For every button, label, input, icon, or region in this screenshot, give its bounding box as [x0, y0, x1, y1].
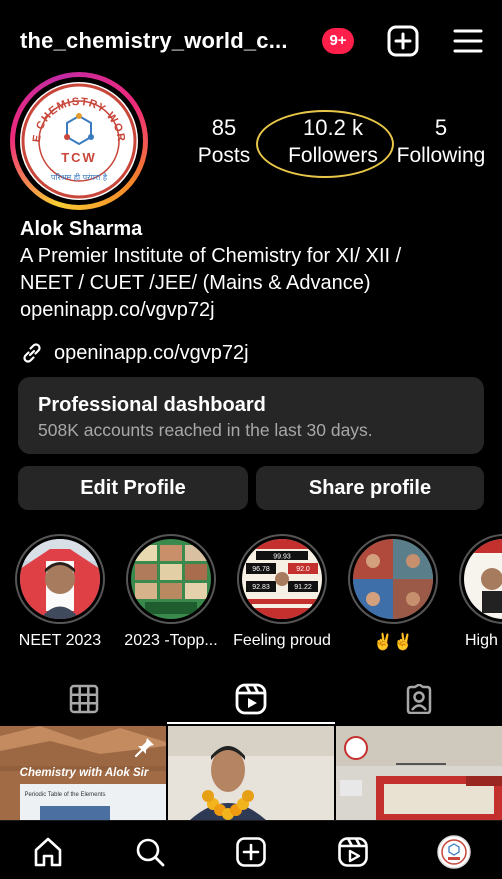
plus-square-icon: [236, 837, 266, 867]
nav-reels[interactable]: [336, 835, 370, 869]
highlight-item[interactable]: 2023 -Topp...: [116, 534, 226, 650]
post-caption: Chemistry with Alok Sir: [20, 767, 149, 779]
dashboard-subtitle: 508K accounts reached in the last 30 day…: [38, 420, 373, 440]
bio: Alok Sharma A Premier Institute of Chemi…: [20, 216, 490, 324]
dashboard-title: Professional dashboard: [38, 394, 266, 416]
logo-motto: परिश्रम ही परंपरा है: [51, 172, 108, 182]
bio-line-3[interactable]: openinapp.co/vgvp72j: [20, 297, 490, 324]
svg-text:92.0: 92.0: [296, 566, 310, 573]
bio-line-2: NEET / CUET /JEE/ (Mains & Advance): [20, 272, 371, 294]
following-stat[interactable]: 5 Following: [392, 114, 490, 170]
active-tab-indicator: [167, 722, 335, 724]
svg-text:91.22: 91.22: [294, 584, 312, 591]
followers-annotation-circle: [256, 110, 394, 178]
tagged-person-icon: [406, 684, 431, 714]
highlight-cover: [131, 539, 211, 619]
following-label: Following: [396, 144, 486, 167]
post-thumbnail[interactable]: [168, 726, 334, 820]
highlight-cover: [353, 539, 433, 619]
bottom-navbar: [0, 820, 502, 879]
nav-profile[interactable]: [437, 835, 471, 869]
highlight-cover: 99.93 96.78 92.0 92.83 91.22: [242, 539, 322, 619]
tab-tagged[interactable]: [335, 674, 502, 724]
profile-link[interactable]: openinapp.co/vgvp72j: [20, 338, 249, 368]
highlight-item[interactable]: ✌️✌️: [338, 534, 448, 652]
home-icon: [34, 837, 62, 867]
hamburger-menu-icon[interactable]: [452, 26, 484, 56]
nav-search[interactable]: [133, 835, 167, 869]
nav-create[interactable]: [234, 835, 268, 869]
highlight-item[interactable]: NEET 2023: [5, 534, 115, 650]
highlight-cover: [464, 539, 502, 619]
profile-tabs: [0, 674, 502, 724]
svg-text:96.78: 96.78: [252, 566, 270, 573]
tcw-logo: THE CHEMISTRY WORLD TCW परिश्रम ही परंपर…: [20, 82, 138, 200]
grid-icon: [69, 684, 98, 714]
highlight-cover: [20, 539, 100, 619]
share-profile-button[interactable]: Share profile: [256, 466, 484, 510]
highlight-label: NEET 2023: [18, 632, 102, 649]
svg-text:99.93: 99.93: [273, 554, 291, 561]
plus-square-icon[interactable]: [386, 24, 420, 58]
bio-line-1: A Premier Institute of Chemistry for XI/…: [20, 245, 402, 267]
link-icon: [23, 343, 41, 363]
post-subtext: Periodic Table of the Elements: [25, 792, 106, 798]
highlight-label: Feeling proud: [233, 632, 331, 649]
highlight-item[interactable]: High: [449, 534, 502, 650]
post-thumbnail[interactable]: [336, 726, 502, 820]
professional-dashboard[interactable]: Professional dashboard 508K accounts rea…: [18, 377, 484, 454]
following-count: 5: [434, 115, 448, 140]
profile-link-text[interactable]: openinapp.co/vgvp72j: [54, 342, 249, 365]
pin-icon: [134, 738, 154, 758]
tab-grid[interactable]: [0, 674, 167, 724]
profile-avatar[interactable]: THE CHEMISTRY WORLD TCW परिश्रम ही परंपर…: [10, 72, 148, 210]
highlight-label: ✌️✌️: [373, 634, 413, 651]
posts-label: Posts: [197, 144, 251, 167]
post-thumbnail[interactable]: Chemistry with Alok Sir Periodic Table o…: [0, 726, 166, 820]
reels-icon: [338, 837, 368, 867]
nav-home[interactable]: [31, 835, 65, 869]
highlight-label: 2023 -Topp...: [124, 632, 218, 649]
profile-name: Alok Sharma: [20, 218, 143, 240]
logo-letters: TCW: [61, 150, 97, 165]
notification-badge[interactable]: 9+: [322, 28, 354, 54]
posts-count: 85: [211, 115, 237, 140]
search-icon: [136, 838, 165, 867]
highlight-item[interactable]: 99.93 96.78 92.0 92.83 91.22 Feeling pro…: [227, 534, 337, 650]
posts-grid: Chemistry with Alok Sir Periodic Table o…: [0, 726, 502, 820]
svg-text:92.83: 92.83: [252, 584, 270, 591]
username-title[interactable]: the_chemistry_world_c...: [20, 28, 288, 54]
highlight-label: High: [465, 632, 498, 649]
tab-reels[interactable]: [167, 674, 334, 724]
top-bar: the_chemistry_world_c... 9+: [0, 18, 502, 64]
edit-profile-button[interactable]: Edit Profile: [18, 466, 248, 510]
posts-stat[interactable]: 85 Posts: [188, 114, 260, 170]
profile-avatar-icon: [437, 835, 471, 869]
reels-icon: [235, 683, 266, 715]
